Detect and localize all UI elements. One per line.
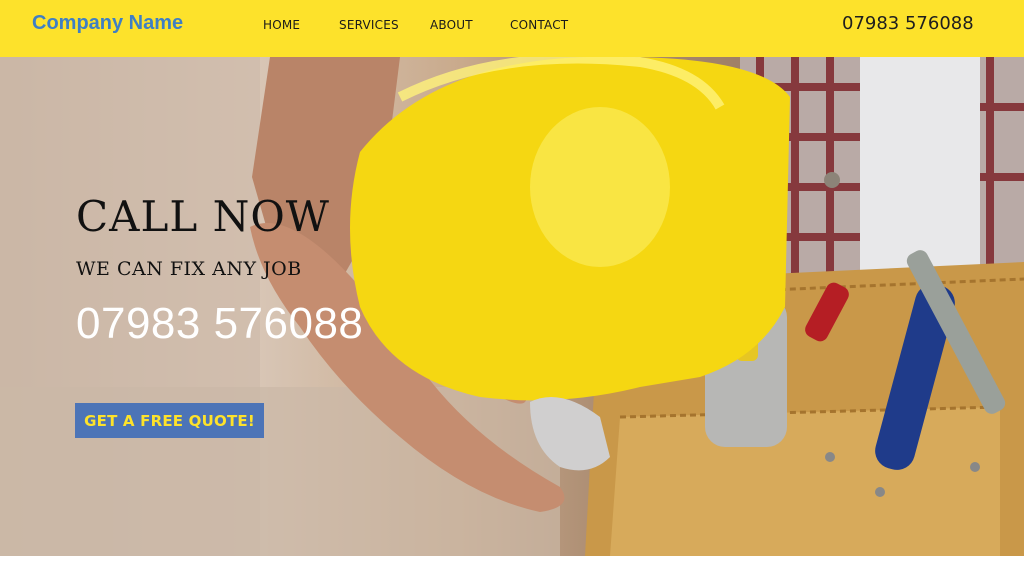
hero-subtitle: WE CAN FIX ANY JOB [76,258,302,280]
nav-contact-link[interactable]: CONTACT [510,18,568,32]
hero-section: CALL NOW WE CAN FIX ANY JOB 07983 576088… [0,57,1024,556]
hero-phone-number: 07983 576088 [76,299,364,348]
site-header: Company Name HOME SERVICES ABOUT CONTACT… [0,0,1024,57]
nav-home-link[interactable]: HOME [263,18,300,32]
nav-about-link[interactable]: ABOUT [430,18,473,32]
header-phone-number: 07983 576088 [842,13,974,34]
hero-title: CALL NOW [76,192,330,241]
nav-services-link[interactable]: SERVICES [339,18,399,32]
get-free-quote-button[interactable]: GET A FREE QUOTE! [75,403,264,438]
hero-content: CALL NOW WE CAN FIX ANY JOB 07983 576088… [0,57,1024,556]
brand-logo-link[interactable]: Company Name [32,12,183,35]
